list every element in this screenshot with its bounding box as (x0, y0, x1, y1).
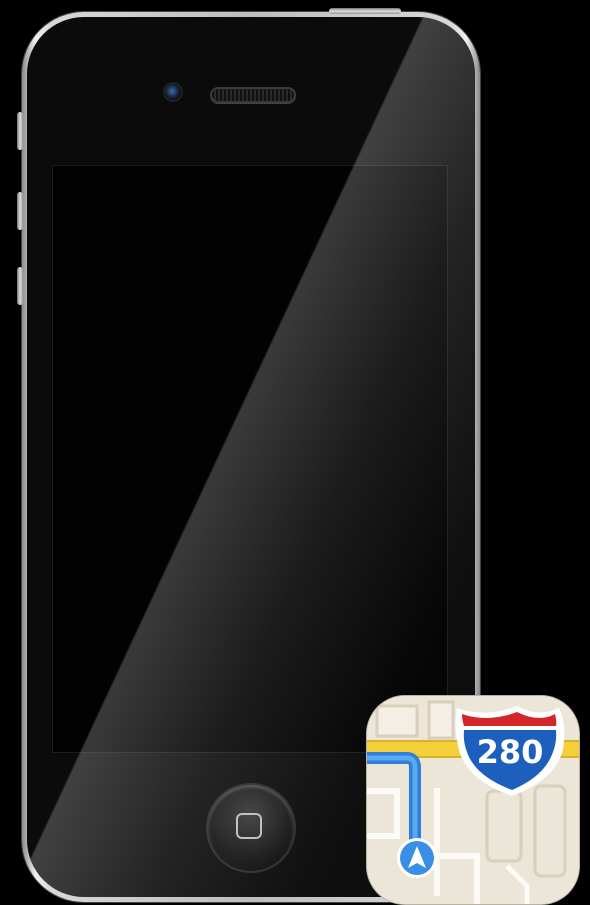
volume-up-button[interactable] (17, 192, 23, 230)
home-square-icon (236, 813, 262, 839)
sleep-wake-button[interactable] (329, 8, 401, 14)
speaker-grille (210, 87, 296, 103)
home-button[interactable] (208, 785, 294, 871)
location-arrow-icon (397, 838, 437, 878)
maps-icon-graphic (367, 696, 579, 904)
camera-icon (165, 84, 181, 100)
phone-screen[interactable] (52, 165, 448, 753)
maps-app-icon[interactable]: 280 (367, 696, 579, 904)
stage: 280 (0, 0, 590, 905)
interstate-number: 280 (476, 733, 544, 771)
mute-switch[interactable] (17, 112, 23, 150)
volume-down-button[interactable] (17, 267, 23, 305)
